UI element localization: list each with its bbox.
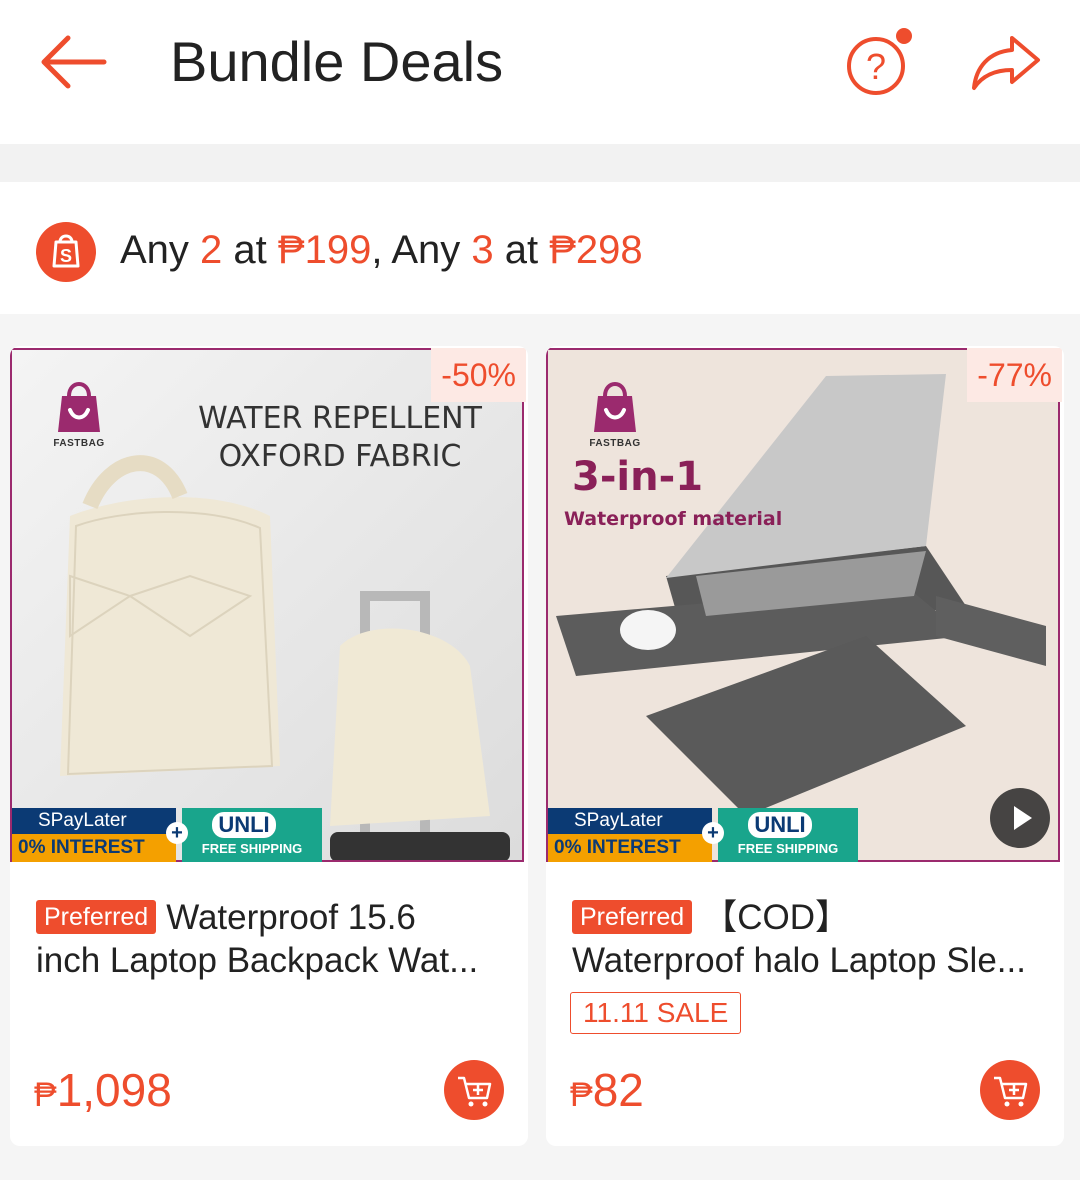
bag-logo-icon <box>594 382 636 432</box>
preferred-badge: Preferred <box>572 900 693 934</box>
help-button[interactable]: ? <box>842 28 914 100</box>
plus-icon: + <box>166 822 188 844</box>
deal-at-1: at <box>222 228 278 272</box>
section-divider <box>0 144 1080 182</box>
product-image[interactable]: FASTBAG WATER REPELLENT OXFORD FABRIC -5… <box>10 346 528 866</box>
preferred-badge: Preferred <box>36 900 157 934</box>
product-name[interactable]: Preferred 【COD】 Waterproof halo Laptop Sl… <box>572 896 1042 982</box>
product-price: ₱1,098 <box>34 1062 172 1123</box>
deal-qty-1: 2 <box>200 228 223 272</box>
headline-line-2: OXFORD FABRIC <box>218 439 462 474</box>
video-play-button[interactable] <box>990 788 1050 848</box>
add-to-cart-icon <box>458 1076 492 1107</box>
price-currency: ₱ <box>34 1076 57 1114</box>
question-icon: ? <box>847 28 912 95</box>
free-shipping-label: FREE SHIPPING <box>201 841 303 856</box>
product-name[interactable]: Preferred Waterproof 15.6 inch Laptop Bac… <box>36 896 506 982</box>
deal-at-2: at <box>493 228 550 272</box>
brand-logo: FASTBAG <box>44 372 114 452</box>
add-to-cart-button[interactable] <box>444 1060 504 1120</box>
deal-price-1: ₱199 <box>277 228 372 272</box>
deal-qty-2: 3 <box>471 228 494 272</box>
price-value: 82 <box>592 1064 644 1116</box>
share-button[interactable] <box>968 30 1044 94</box>
interest-label: 0% INTEREST <box>12 834 176 862</box>
unli-label: UNLI <box>212 812 276 838</box>
unli-label: UNLI <box>748 812 812 838</box>
spaylater-label: SPayLater <box>548 808 712 834</box>
product-price: ₱82 <box>570 1062 644 1123</box>
discount-badge: -77% <box>967 348 1062 402</box>
brand-logo: FASTBAG <box>580 372 650 452</box>
product-card[interactable]: FASTBAG 3-in-1 Waterproof material -77% … <box>546 346 1064 1146</box>
discount-badge: -50% <box>431 348 526 402</box>
price-value: 1,098 <box>56 1064 172 1116</box>
price-currency: ₱ <box>570 1076 593 1114</box>
shop-bag-icon: S <box>36 222 96 282</box>
spaylater-badge: SPayLater 0% INTEREST <box>548 808 712 862</box>
product-name-line-1: 【COD】 <box>702 898 850 937</box>
product-name-line-2: Waterproof halo Laptop Sle... <box>572 941 1026 980</box>
bundle-deal-text: Any 2 at ₱199, Any 3 at ₱298 <box>120 222 643 278</box>
bundle-deal-banner: S Any 2 at ₱199, Any 3 at ₱298 <box>0 182 1080 314</box>
unli-shipping-badge: UNLI FREE SHIPPING <box>182 808 322 862</box>
spaylater-label: SPayLater <box>12 808 176 834</box>
unli-shipping-badge: UNLI FREE SHIPPING <box>718 808 858 862</box>
top-bar: Bundle Deals ? <box>0 0 1080 144</box>
product-image[interactable]: FASTBAG 3-in-1 Waterproof material -77% … <box>546 346 1064 866</box>
svg-text:S: S <box>60 246 72 266</box>
brand-name: FASTBAG <box>589 438 641 449</box>
product-name-line-2: inch Laptop Backpack Wat... <box>36 941 479 980</box>
arrow-left-icon <box>41 35 107 89</box>
play-icon <box>1014 806 1032 830</box>
promo-strip: SPayLater 0% INTEREST UNLI FREE SHIPPING… <box>12 808 322 862</box>
sale-tag: 11.11 SALE <box>570 992 742 1034</box>
free-shipping-label: FREE SHIPPING <box>737 841 839 856</box>
add-to-cart-icon <box>994 1076 1028 1107</box>
promo-strip: SPayLater 0% INTEREST UNLI FREE SHIPPING… <box>548 808 858 862</box>
headline-line-1: WATER REPELLENT <box>198 401 482 436</box>
add-to-cart-button[interactable] <box>980 1060 1040 1120</box>
product-headline: WATER REPELLENT OXFORD FABRIC <box>180 400 500 476</box>
back-button[interactable] <box>36 30 112 94</box>
product-subheadline: Waterproof material <box>564 508 783 530</box>
bag-logo-icon <box>58 382 100 432</box>
interest-label: 0% INTEREST <box>548 834 712 862</box>
deal-prefix: Any <box>120 228 201 272</box>
svg-text:?: ? <box>866 46 886 87</box>
product-headline: 3-in-1 <box>572 454 704 500</box>
deal-separator: , Any <box>371 228 472 272</box>
share-icon <box>972 36 1040 90</box>
plus-icon: + <box>702 822 724 844</box>
deal-price-2: ₱298 <box>549 228 643 272</box>
product-name-line-1: Waterproof 15.6 <box>166 898 416 937</box>
spaylater-badge: SPayLater 0% INTEREST <box>12 808 176 862</box>
page-title: Bundle Deals <box>170 30 504 93</box>
brand-name: FASTBAG <box>53 438 105 449</box>
product-card[interactable]: FASTBAG WATER REPELLENT OXFORD FABRIC -5… <box>10 346 528 1146</box>
